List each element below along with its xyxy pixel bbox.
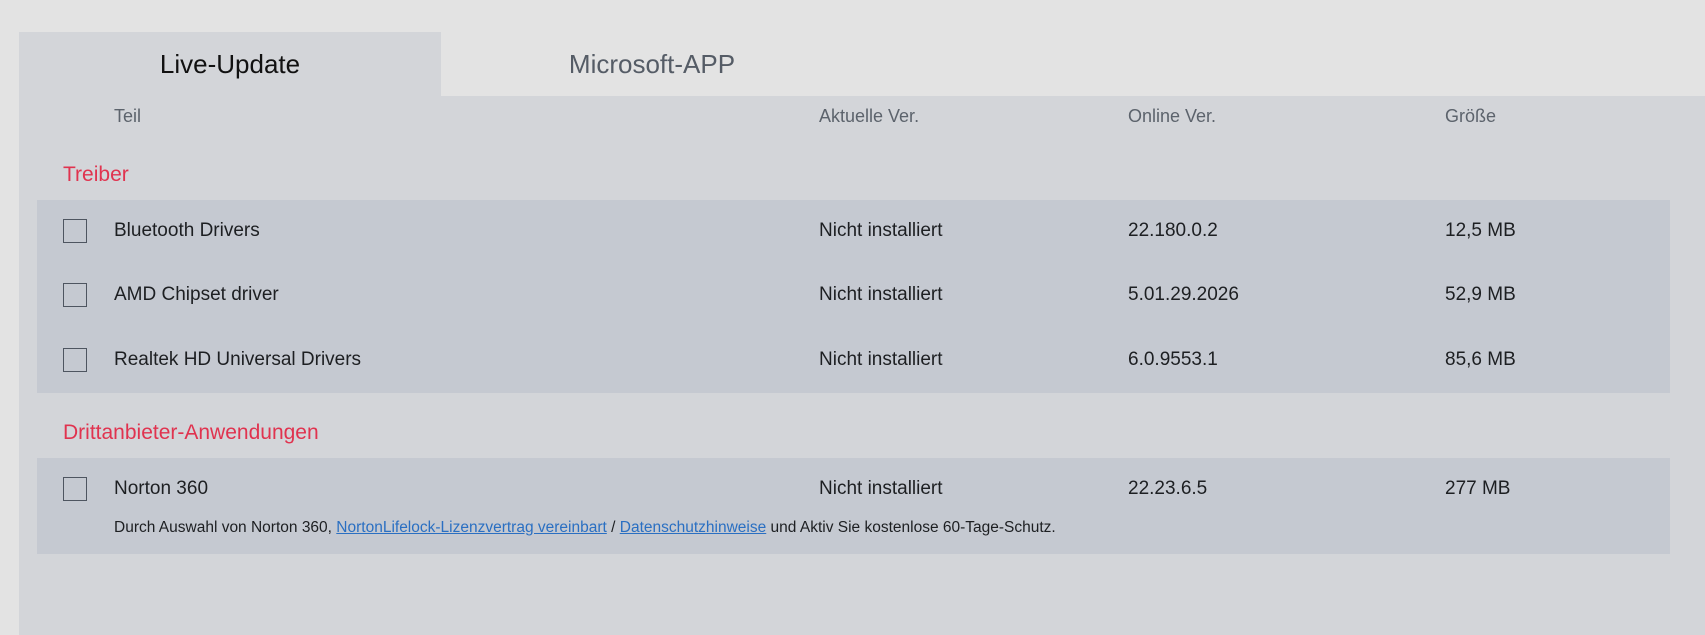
note-suffix: und Aktiv Sie kostenlose 60-Tage-Schutz. <box>766 519 1056 536</box>
table-row: Realtek HD Universal Drivers Nicht insta… <box>37 340 1670 380</box>
item-current-version: Nicht installiert <box>819 478 943 499</box>
drivers-list: Bluetooth Drivers Nicht installiert 22.1… <box>37 200 1670 393</box>
tab-live-update[interactable]: Live-Update <box>19 32 441 96</box>
license-agreement-link[interactable]: NortonLifelock-Lizenzvertrag vereinbart <box>336 519 607 536</box>
item-online-version: 22.180.0.2 <box>1128 220 1218 241</box>
note-separator: / <box>606 519 620 536</box>
column-header-size: Größe <box>1445 106 1497 126</box>
item-name: AMD Chipset driver <box>114 284 279 305</box>
table-row: Norton 360 Nicht installiert 22.23.6.5 2… <box>37 469 1670 509</box>
item-size: 12,5 MB <box>1445 220 1516 241</box>
item-name: Norton 360 <box>114 478 209 499</box>
row-checkbox[interactable] <box>63 348 87 372</box>
item-current-version: Nicht installiert <box>819 349 943 370</box>
item-current-version: Nicht installiert <box>819 284 943 305</box>
column-header-part: Teil <box>114 106 142 126</box>
item-size: 277 MB <box>1445 478 1511 499</box>
table-row: Bluetooth Drivers Nicht installiert 22.1… <box>37 211 1670 251</box>
table-row: AMD Chipset driver Nicht installiert 5.0… <box>37 275 1670 315</box>
norton-license-note: Durch Auswahl von Norton 360, NortonLife… <box>114 519 1056 537</box>
item-online-version: 22.23.6.5 <box>1128 478 1208 499</box>
privacy-notice-link[interactable]: Datenschutzhinweise <box>620 519 766 536</box>
third-party-list: Norton 360 Nicht installiert 22.23.6.5 2… <box>37 458 1670 554</box>
row-checkbox[interactable] <box>63 283 87 307</box>
section-title-drivers: Treiber <box>63 163 129 186</box>
row-checkbox[interactable] <box>63 219 87 243</box>
row-checkbox[interactable] <box>63 477 87 501</box>
column-header-online-version: Online Ver. <box>1128 106 1217 126</box>
note-prefix: Durch Auswahl von Norton 360, <box>114 519 337 536</box>
tab-microsoft-app[interactable]: Microsoft-APP <box>441 32 863 96</box>
item-online-version: 6.0.9553.1 <box>1128 349 1218 370</box>
item-name: Realtek HD Universal Drivers <box>114 349 362 370</box>
column-header-current-version: Aktuelle Ver. <box>819 106 920 126</box>
item-size: 52,9 MB <box>1445 284 1516 305</box>
section-title-third-party: Drittanbieter-Anwendungen <box>63 421 319 444</box>
item-size: 85,6 MB <box>1445 349 1516 370</box>
tab-bar: Live-Update Microsoft-APP <box>19 32 1705 96</box>
item-name: Bluetooth Drivers <box>114 220 260 241</box>
item-online-version: 5.01.29.2026 <box>1128 284 1239 305</box>
item-current-version: Nicht installiert <box>819 220 943 241</box>
